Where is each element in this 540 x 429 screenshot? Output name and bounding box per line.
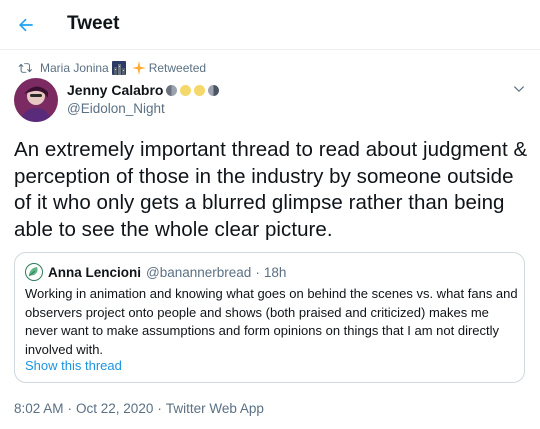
moon-emoji-icon [180,84,192,96]
separator-dot: · [255,264,260,280]
author-name-row[interactable]: Jenny Calabro [67,82,220,98]
tweet-source[interactable]: Twitter Web App [166,401,264,416]
tweet-date[interactable]: Oct 22, 2020 [76,401,153,416]
separator-dot: · [157,401,162,416]
page-title: Tweet [67,13,120,34]
arrow-left-icon [19,18,33,32]
quoted-tweet-header: Anna Lencioni @banannerbread · 18h [25,263,286,281]
moon-emoji-icon [166,84,178,96]
city-night-emoji-icon [111,61,126,75]
quoted-author-name[interactable]: Anna Lencioni [48,265,141,280]
quoted-avatar[interactable] [25,263,43,281]
author-name[interactable]: Jenny Calabro [67,82,163,98]
retweet-indicator: Maria Jonina Retweeted [18,60,206,76]
tweet-text: An extremely important thread to read ab… [14,138,528,241]
author-handle[interactable]: @Eidolon_Night [67,101,165,116]
retweeted-label: Retweeted [148,61,207,75]
more-options-button[interactable] [510,80,528,98]
quoted-timestamp: 18h [263,264,287,280]
chevron-down-icon [513,86,525,92]
quoted-tweet[interactable]: Anna Lencioni @banannerbread · 18h Worki… [14,252,525,383]
retweeter-name[interactable]: Maria Jonina [40,61,109,75]
quoted-author-handle[interactable]: @banannerbread [146,265,251,280]
sparkles-emoji-icon [131,61,146,75]
moon-emoji-icon [194,84,206,96]
show-thread-link[interactable]: Show this thread [25,358,122,373]
avatar[interactable] [14,78,58,122]
tweet-time[interactable]: 8:02 AM [14,401,64,416]
separator-dot: · [67,401,73,416]
tweet-metadata: 8:02 AM · Oct 22, 2020 · Twitter Web App [14,401,264,416]
moon-emoji-icon [208,84,220,96]
retweet-icon [18,63,32,73]
page-header: Tweet [0,0,540,50]
quoted-tweet-text: Working in animation and knowing what go… [25,286,518,357]
back-button[interactable] [12,11,40,39]
